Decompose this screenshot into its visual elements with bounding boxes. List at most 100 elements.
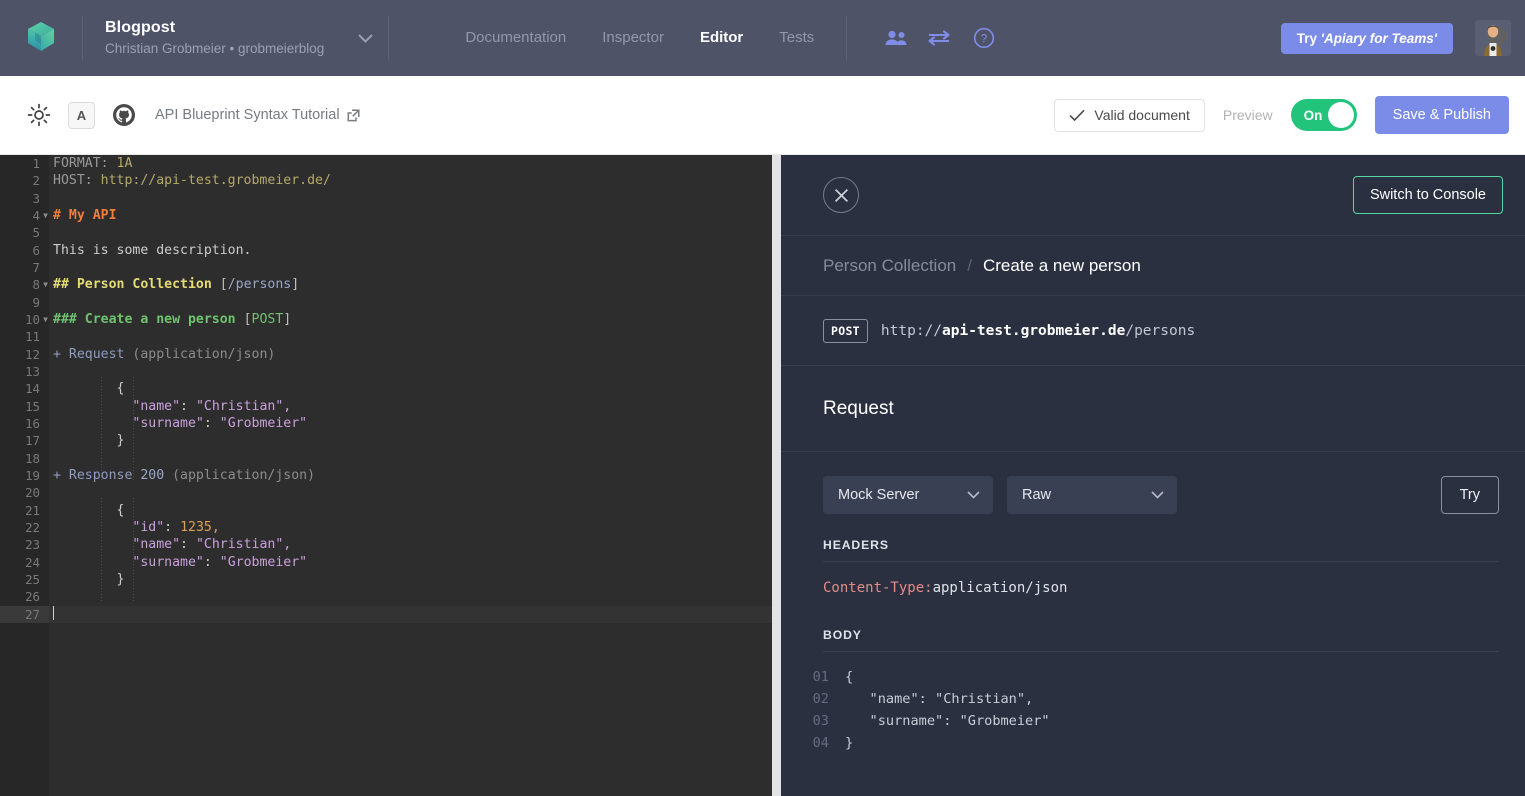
- panel-splitter[interactable]: [772, 155, 781, 796]
- save-publish-button[interactable]: Save & Publish: [1374, 96, 1509, 134]
- editor-row[interactable]: 9: [0, 294, 772, 311]
- main-nav: Documentation Inspector Editor Tests: [447, 0, 832, 76]
- editor-row[interactable]: 15 "name": "Christian",: [0, 398, 772, 415]
- line-content: {: [53, 502, 125, 518]
- editor-row[interactable]: 14 {: [0, 380, 772, 397]
- user-avatar-icon: [1475, 20, 1511, 56]
- switch-to-console-button[interactable]: Switch to Console: [1352, 176, 1503, 214]
- server-select[interactable]: Mock Server: [823, 476, 993, 514]
- editor-row[interactable]: 19 + Response 200 (application/json): [0, 467, 772, 484]
- settings-sliders-icon-button[interactable]: [927, 25, 953, 51]
- line-content: [49, 605, 54, 623]
- nav-item-inspector[interactable]: Inspector: [584, 0, 682, 76]
- preview-toggle[interactable]: On: [1290, 99, 1357, 131]
- try-request-button[interactable]: Try: [1440, 476, 1499, 514]
- request-controls: Mock Server Raw Try: [781, 452, 1525, 514]
- users-icon: [885, 30, 907, 45]
- editor-row[interactable]: 6 This is some description.: [0, 242, 772, 259]
- line-number: 21: [25, 502, 40, 518]
- editor-row[interactable]: 20: [0, 484, 772, 501]
- headers-section-label: HEADERS: [823, 538, 889, 552]
- editor-row[interactable]: 23 "name": "Christian",: [0, 536, 772, 553]
- teams-button-emphasis: 'Apiary for Teams': [1320, 30, 1437, 46]
- fold-arrow-icon[interactable]: ▼: [43, 207, 48, 224]
- line-content: ## Person Collection [/persons]: [53, 277, 300, 293]
- editor-row[interactable]: 8 ▼ ## Person Collection [/persons]: [0, 276, 772, 293]
- toggle-state-label: On: [1303, 107, 1323, 123]
- body-line-number: 01: [812, 669, 829, 685]
- panel-header: Switch to Console: [781, 155, 1525, 236]
- line-number: 6: [32, 242, 40, 258]
- line-number: 7: [32, 259, 40, 275]
- nav-item-documentation[interactable]: Documentation: [447, 0, 584, 76]
- line-number: 4 ▼: [32, 207, 48, 224]
- editor-row[interactable]: 7: [0, 259, 772, 276]
- line-content: [49, 224, 53, 241]
- apiary-logo-icon: [28, 22, 54, 51]
- chevron-down-icon: [1151, 491, 1164, 499]
- line-content: [49, 588, 53, 605]
- users-icon-button[interactable]: [883, 25, 909, 51]
- line-content: + Response 200 (application/json): [53, 467, 316, 483]
- editor-row[interactable]: 24 "surname": "Grobmeier": [0, 554, 772, 571]
- editor-row[interactable]: 21 {: [0, 502, 772, 519]
- preview-label: Preview: [1222, 107, 1273, 123]
- line-content: "id": 1235,: [132, 519, 220, 535]
- help-icon-button[interactable]: ?: [971, 25, 997, 51]
- font-size-button[interactable]: A: [68, 101, 95, 129]
- body-code-row: 04}: [781, 732, 1525, 754]
- breadcrumb-separator: /: [967, 255, 972, 275]
- line-content: {: [53, 381, 125, 397]
- project-info[interactable]: Blogpost Christian Grobmeier • grobmeier…: [83, 0, 342, 76]
- editor-row[interactable]: 1 FORMAT: 1A: [0, 155, 772, 172]
- apiary-logo[interactable]: [0, 0, 82, 76]
- avatar[interactable]: [1475, 20, 1511, 56]
- text-cursor: [53, 605, 54, 620]
- editor-row[interactable]: 25 }: [0, 571, 772, 588]
- project-subtitle: Christian Grobmeier • grobmeierblog: [105, 41, 325, 56]
- editor-row[interactable]: 17 }: [0, 432, 772, 449]
- nav-item-tests[interactable]: Tests: [761, 0, 832, 76]
- editor-row[interactable]: 13: [0, 363, 772, 380]
- breadcrumb: Person Collection / Create a new person: [781, 236, 1525, 296]
- fold-arrow-icon[interactable]: ▼: [43, 311, 48, 328]
- format-select[interactable]: Raw: [1007, 476, 1177, 514]
- line-number: 2: [32, 173, 40, 189]
- brightness-toggle-button[interactable]: [26, 102, 52, 128]
- github-button[interactable]: [111, 102, 137, 128]
- project-dropdown-button[interactable]: [342, 0, 388, 76]
- fold-arrow-icon[interactable]: ▼: [43, 276, 48, 293]
- nav-item-editor[interactable]: Editor: [682, 0, 761, 76]
- editor-row[interactable]: 3: [0, 190, 772, 207]
- editor-row[interactable]: 16 "surname": "Grobmeier": [0, 415, 772, 432]
- body-code-row: 02 "name": "Christian",: [781, 688, 1525, 710]
- close-panel-button[interactable]: [823, 177, 859, 213]
- line-number: 25: [25, 571, 40, 587]
- breadcrumb-parent[interactable]: Person Collection: [823, 256, 956, 276]
- editor-row[interactable]: 12 + Request (application/json): [0, 346, 772, 363]
- editor-row[interactable]: 5: [0, 224, 772, 241]
- editor-row[interactable]: 22 "id": 1235,: [0, 519, 772, 536]
- editor-row[interactable]: 4 ▼ # My API: [0, 207, 772, 224]
- line-content: # My API: [53, 207, 117, 223]
- editor-row[interactable]: 10 ▼ ### Create a new person [POST]: [0, 311, 772, 328]
- try-apiary-teams-button[interactable]: Try 'Apiary for Teams': [1280, 22, 1453, 54]
- line-number: 5: [32, 225, 40, 241]
- url-host: api-test.grobmeier.de: [942, 322, 1126, 339]
- line-content: "name": "Christian",: [132, 398, 292, 414]
- body-line-content: "surname": "Grobmeier": [845, 713, 1050, 729]
- tutorial-link[interactable]: API Blueprint Syntax Tutorial: [155, 107, 360, 123]
- url-path: /persons: [1125, 322, 1196, 339]
- line-content: [49, 294, 53, 311]
- editor-row[interactable]: 26: [0, 588, 772, 605]
- editor-row[interactable]: 11: [0, 328, 772, 345]
- line-number: 10 ▼: [25, 311, 48, 328]
- blueprint-code-editor[interactable]: 1 FORMAT: 1A 2 HOST: http://api-test.grobme…: [0, 155, 772, 796]
- http-method-badge: POST: [823, 318, 868, 343]
- body-section-label: BODY: [823, 628, 862, 642]
- body-line-number: 04: [812, 735, 829, 751]
- editor-row[interactable]: 18: [0, 450, 772, 467]
- editor-row[interactable]: 27: [0, 605, 772, 623]
- valid-document-status[interactable]: Valid document: [1054, 98, 1205, 132]
- editor-row[interactable]: 2 HOST: http://api-test.grobmeier.de/: [0, 172, 772, 189]
